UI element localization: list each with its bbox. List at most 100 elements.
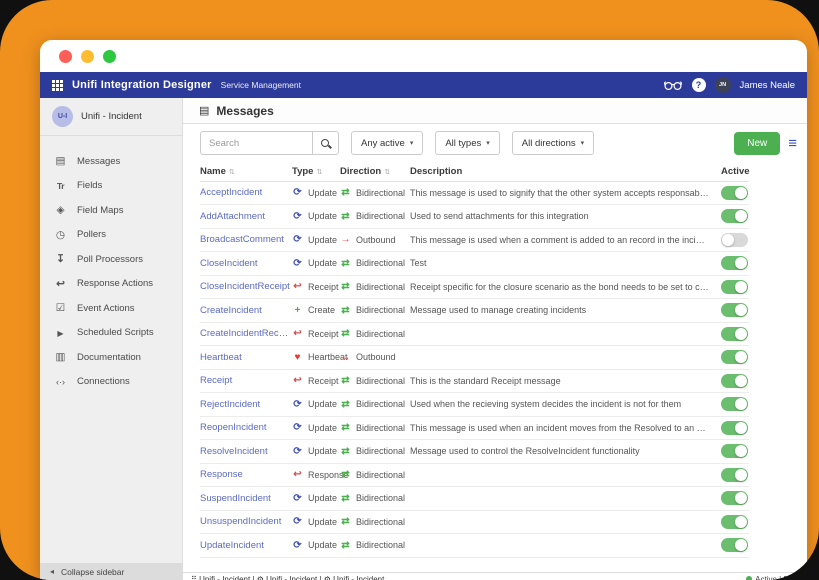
active-toggle[interactable] [721, 327, 748, 341]
direction-label: Bidirectional [356, 329, 405, 339]
sidebar-item-icon [54, 204, 67, 216]
minimize-window-button[interactable] [81, 50, 94, 63]
message-name-link[interactable]: Heartbeat [200, 352, 292, 363]
filter-active-dropdown[interactable]: Any active [351, 131, 423, 155]
active-toggle[interactable] [721, 186, 748, 200]
sidebar-item[interactable]: Connections [40, 370, 182, 395]
filter-types-dropdown[interactable]: All types [435, 131, 499, 155]
column-header-name[interactable]: Name [200, 166, 292, 177]
sidebar-item[interactable]: Pollers [40, 223, 182, 248]
direction-label: Outbound [356, 352, 396, 362]
type-label: Receipt [308, 282, 339, 292]
sidebar-item[interactable]: Response Actions [40, 272, 182, 297]
active-toggle[interactable] [721, 303, 748, 317]
type-icon [292, 328, 303, 339]
sidebar-item-icon [54, 253, 67, 265]
filter-directions-dropdown[interactable]: All directions [512, 131, 594, 155]
search-input[interactable] [200, 131, 312, 155]
active-toggle[interactable] [721, 421, 748, 435]
message-name-link[interactable]: AcceptIncident [200, 187, 292, 198]
active-toggle[interactable] [721, 397, 748, 411]
sidebar-item[interactable]: Event Actions [40, 296, 182, 321]
direction-icon [340, 211, 351, 222]
message-name-link[interactable]: Receipt [200, 375, 292, 386]
close-window-button[interactable] [59, 50, 72, 63]
user-avatar[interactable]: JN [715, 77, 731, 93]
type-label: Update [308, 517, 337, 527]
active-toggle[interactable] [721, 233, 748, 247]
window-titlebar [40, 40, 807, 72]
desktop-background: Unifi Integration Designer Service Manag… [0, 0, 819, 580]
direction-icon [340, 399, 351, 410]
new-button[interactable]: New [734, 132, 780, 155]
column-header-direction[interactable]: Direction [340, 166, 410, 177]
active-toggle[interactable] [721, 468, 748, 482]
sidebar-item-label: Field Maps [77, 205, 123, 216]
column-header-type[interactable]: Type [292, 166, 340, 177]
sidebar-item[interactable]: Messages [40, 149, 182, 174]
active-toggle[interactable] [721, 444, 748, 458]
active-toggle[interactable] [721, 374, 748, 388]
message-name-link[interactable]: ReopenIncident [200, 422, 292, 433]
table-row: Heartbeat Heartbeat Outbound [200, 346, 749, 370]
message-name-link[interactable]: CreateIncident [200, 305, 292, 316]
message-name-link[interactable]: UnsuspendIncident [200, 516, 292, 527]
direction-label: Bidirectional [356, 211, 405, 221]
type-icon [292, 540, 303, 551]
top-navbar: Unifi Integration Designer Service Manag… [40, 72, 807, 98]
active-toggle[interactable] [721, 209, 748, 223]
direction-label: Bidirectional [356, 540, 405, 550]
active-toggle[interactable] [721, 350, 748, 364]
sidebar-item[interactable]: Poll Processors [40, 247, 182, 272]
app-grid-icon[interactable] [52, 80, 63, 91]
message-name-link[interactable]: CloseIncident [200, 258, 292, 269]
type-icon [292, 187, 303, 198]
sidebar-item[interactable]: Field Maps [40, 198, 182, 223]
chevron-left-icon: ◂ [50, 567, 54, 576]
workspace-switcher[interactable]: U-I Unifi - Incident [40, 98, 182, 136]
type-label: Update [308, 446, 337, 456]
direction-label: Bidirectional [356, 493, 405, 503]
message-name-link[interactable]: Response [200, 469, 292, 480]
message-name-link[interactable]: UpdateIncident [200, 540, 292, 551]
direction-label: Bidirectional [356, 470, 405, 480]
column-header-active: Active [721, 166, 749, 177]
active-toggle[interactable] [721, 538, 748, 552]
message-name-link[interactable]: BroadcastComment [200, 234, 292, 245]
message-name-link[interactable]: SuspendIncident [200, 493, 292, 504]
direction-label: Outbound [356, 235, 396, 245]
direction-icon [340, 469, 351, 480]
type-icon [292, 469, 303, 480]
table-row: ResolveIncident Update Bidirectional Mes… [200, 440, 749, 464]
message-name-link[interactable]: AddAttachment [200, 211, 292, 222]
message-name-link[interactable]: ResolveIncident [200, 446, 292, 457]
sidebar-item[interactable]: Fields [40, 174, 182, 199]
active-toggle[interactable] [721, 256, 748, 270]
type-icon [292, 375, 303, 386]
hamburger-menu-icon[interactable]: ≡ [788, 136, 801, 151]
active-toggle[interactable] [721, 515, 748, 529]
table-row: UnsuspendIncident Update Bidirectional [200, 511, 749, 535]
direction-icon [340, 516, 351, 527]
message-name-link[interactable]: RejectIncident [200, 399, 292, 410]
sidebar: U-I Unifi - Incident Messages Fields Fi [40, 98, 183, 580]
collapse-sidebar-button[interactable]: ◂ Collapse sidebar [40, 563, 182, 580]
message-name-link[interactable]: CreateIncidentReceipt [200, 328, 292, 339]
sidebar-item-label: Documentation [77, 352, 141, 363]
table-row: ReopenIncident Update Bidirectional This… [200, 417, 749, 441]
search-button[interactable] [312, 131, 339, 155]
active-toggle[interactable] [721, 491, 748, 505]
sidebar-item[interactable]: Scheduled Scripts [40, 321, 182, 346]
direction-label: Bidirectional [356, 399, 405, 409]
sidebar-item-label: Connections [77, 376, 130, 387]
sidebar-item[interactable]: Documentation [40, 345, 182, 370]
type-label: Update [308, 493, 337, 503]
help-icon[interactable]: ? [692, 78, 706, 92]
sidebar-item-label: Scheduled Scripts [77, 327, 154, 338]
sidebar-item-icon [54, 229, 67, 241]
user-name[interactable]: James Neale [740, 80, 795, 91]
active-toggle[interactable] [721, 280, 748, 294]
message-name-link[interactable]: CloseIncidentReceipt [200, 281, 292, 292]
glasses-icon[interactable] [663, 80, 683, 91]
maximize-window-button[interactable] [103, 50, 116, 63]
